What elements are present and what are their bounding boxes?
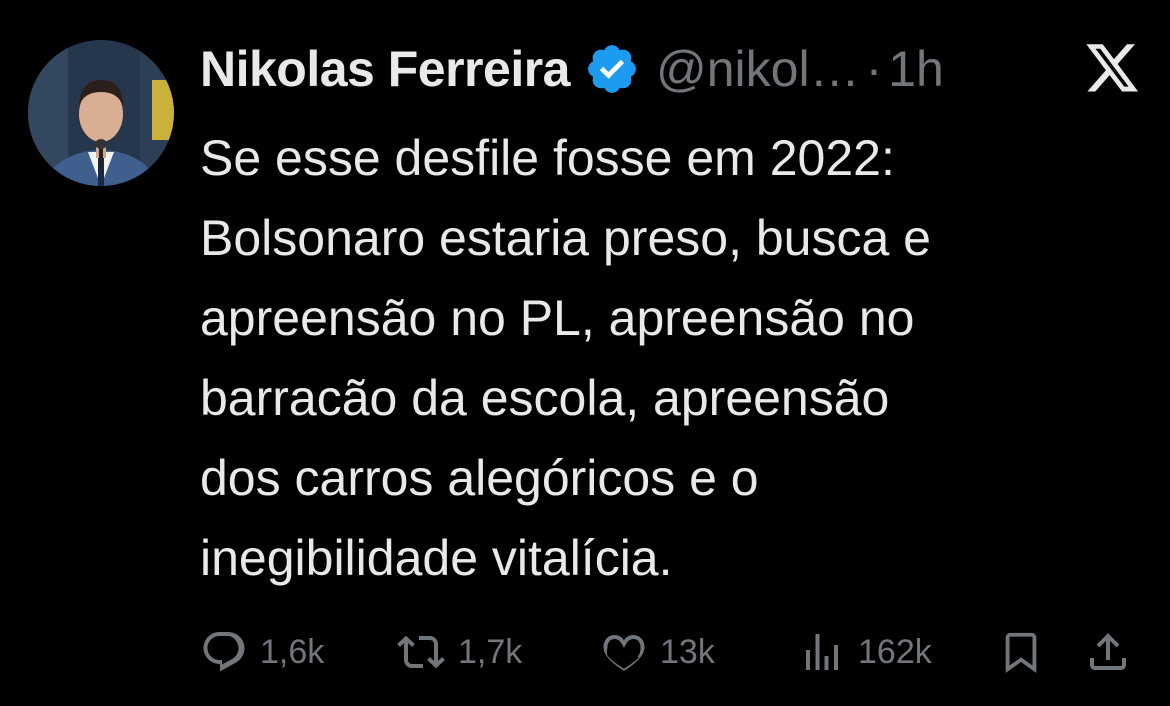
verified-badge-icon: [584, 41, 640, 97]
separator-dot: ·: [865, 41, 883, 97]
views-count: 162k: [858, 632, 932, 671]
author-name[interactable]: Nikolas Ferreira: [200, 40, 570, 98]
like-count: 13k: [660, 632, 715, 671]
share-icon: [1084, 628, 1132, 676]
tweet-card[interactable]: Nikolas Ferreira @nikol… · 1h Se esse de…: [0, 0, 1170, 706]
heart-icon: [600, 628, 648, 676]
repost-button[interactable]: 1,7k: [396, 622, 522, 682]
repost-count: 1,7k: [458, 632, 523, 671]
tweet-header: Nikolas Ferreira @nikol… · 1h: [200, 38, 944, 100]
repost-icon: [396, 628, 446, 676]
views-button[interactable]: 162k: [798, 622, 932, 682]
author-handle[interactable]: @nikol…: [656, 40, 860, 98]
like-button[interactable]: 13k: [600, 622, 715, 682]
share-button[interactable]: [1084, 622, 1132, 682]
x-logo-icon[interactable]: [1086, 44, 1140, 94]
avatar-image: [28, 40, 174, 186]
reply-count: 1,6k: [260, 632, 325, 671]
bookmark-icon: [998, 628, 1044, 676]
action-bar: 1,6k 1,7k 13k 162k: [200, 622, 1140, 682]
reply-button[interactable]: 1,6k: [200, 622, 324, 682]
bookmark-button[interactable]: [998, 622, 1044, 682]
reply-icon: [200, 628, 248, 676]
views-icon: [798, 628, 846, 676]
timestamp[interactable]: 1h: [888, 40, 944, 98]
tweet-text: Se esse desfile fosse em 2022: Bolsonaro…: [200, 130, 931, 586]
avatar[interactable]: [28, 40, 174, 186]
